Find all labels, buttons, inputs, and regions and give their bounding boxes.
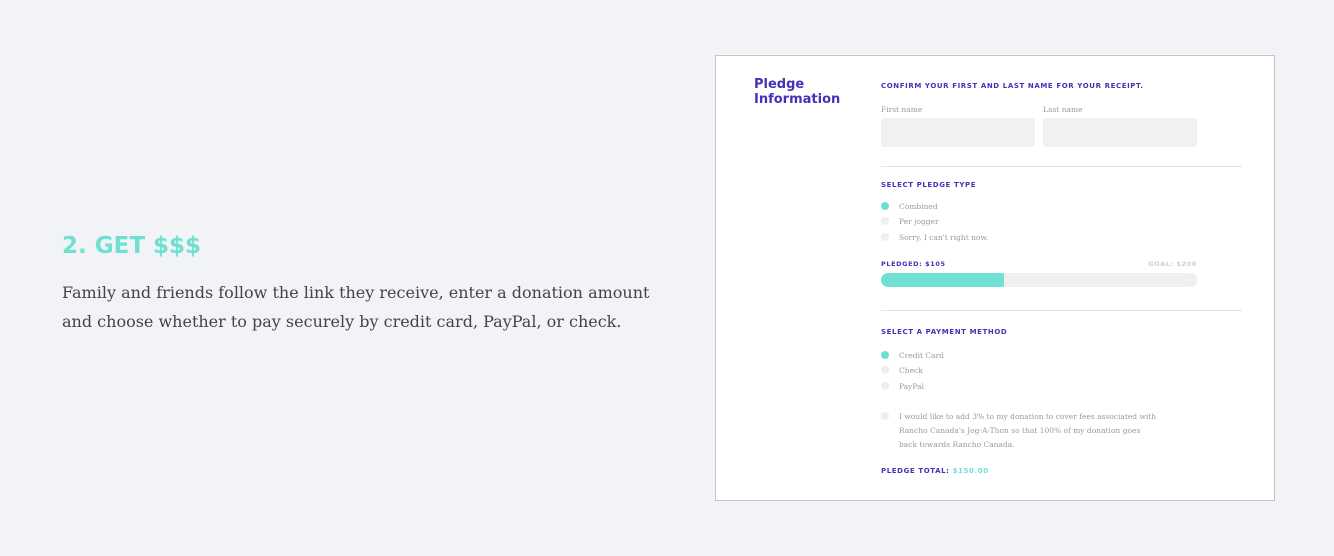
pledged-amount-label: PLEDGED: $105: [881, 260, 946, 268]
step-description: Family and friends follow the link they …: [62, 283, 650, 331]
form-heading: Pledge Information: [754, 77, 841, 107]
payment-method-label: SELECT A PAYMENT METHOD: [881, 328, 1008, 336]
step-section: 2. GET $$$ Family and friends follow the…: [62, 230, 682, 336]
pledge-option-label: Per jogger: [899, 216, 939, 226]
last-name-input[interactable]: [1043, 118, 1197, 147]
divider: [881, 166, 1242, 167]
payment-option-label: Check: [899, 365, 923, 375]
payment-option-label: Credit Card: [899, 350, 944, 360]
pledge-option-decline[interactable]: Sorry, I can't right now.: [881, 231, 988, 243]
pledge-form-card: Pledge Information CONFIRM YOUR FIRST AN…: [715, 55, 1275, 501]
pledge-type-label: SELECT PLEDGE TYPE: [881, 181, 977, 189]
cover-fees-text: I would like to add 3% to my donation to…: [899, 412, 1157, 449]
radio-selected-icon[interactable]: [881, 202, 889, 210]
step-title: 2. GET $$$: [62, 233, 202, 259]
pledge-option-per-jogger[interactable]: Per jogger: [881, 215, 939, 227]
payment-option-check[interactable]: Check: [881, 364, 923, 376]
pledge-progress-bar: [881, 273, 1197, 287]
pledge-option-combined[interactable]: Combined: [881, 200, 938, 212]
first-name-label: First name: [881, 105, 923, 114]
radio-selected-icon[interactable]: [881, 351, 889, 359]
pledge-option-label: Combined: [899, 201, 938, 211]
radio-unselected-icon[interactable]: [881, 217, 889, 225]
pledge-total: PLEDGE TOTAL: $150.00: [881, 467, 989, 475]
pledge-total-label: PLEDGE TOTAL:: [881, 467, 950, 475]
divider: [881, 310, 1242, 311]
radio-unselected-icon[interactable]: [881, 233, 889, 241]
name-section-label: CONFIRM YOUR FIRST AND LAST NAME FOR YOU…: [881, 82, 1144, 90]
radio-unselected-icon[interactable]: [881, 382, 889, 390]
pledge-option-label: Sorry, I can't right now.: [899, 232, 989, 242]
pledge-total-amount: $150.00: [952, 467, 989, 475]
first-name-input[interactable]: [881, 118, 1035, 147]
last-name-label: Last name: [1043, 105, 1083, 114]
checkbox-unchecked-icon[interactable]: [881, 412, 889, 420]
goal-amount-label: GOAL: $200: [1148, 260, 1197, 268]
payment-option-credit-card[interactable]: Credit Card: [881, 349, 944, 361]
payment-option-paypal[interactable]: PayPal: [881, 380, 924, 392]
pledge-progress-fill: [881, 273, 1005, 287]
payment-option-label: PayPal: [899, 381, 924, 391]
radio-unselected-icon[interactable]: [881, 366, 889, 374]
cover-fees-option[interactable]: I would like to add 3% to my donation to…: [881, 410, 1159, 452]
